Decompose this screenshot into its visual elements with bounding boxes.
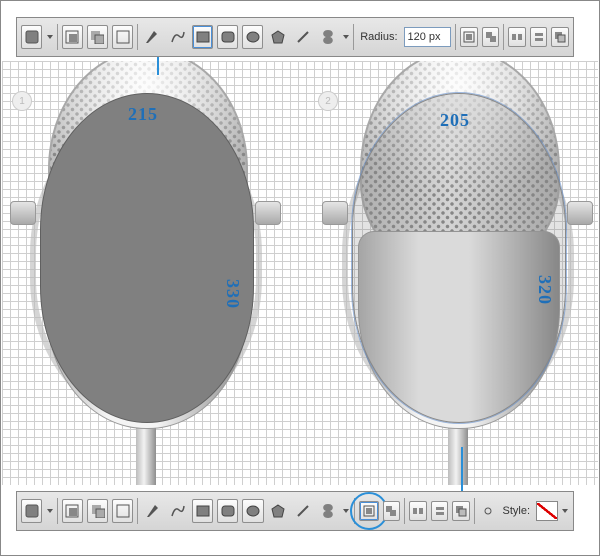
dropdown-icon[interactable] [46, 35, 53, 39]
options-bar-top: Radius: 120 px [16, 17, 574, 57]
path-subtract-icon[interactable] [112, 25, 133, 49]
style-label: Style: [503, 505, 531, 517]
knob-left [10, 201, 36, 225]
path-add-icon[interactable] [87, 25, 108, 49]
radius-value: 120 px [408, 31, 441, 43]
dropdown-icon[interactable] [562, 509, 569, 513]
dimension-height: 320 [536, 275, 554, 305]
no-style-swatch[interactable] [536, 501, 558, 521]
rectangle-tool-icon[interactable] [192, 25, 213, 49]
align-icon[interactable] [359, 501, 379, 521]
align-icon[interactable] [383, 501, 401, 521]
radius-label: Radius: [360, 31, 397, 43]
rounded-rectangle-tool-icon[interactable] [217, 25, 238, 49]
pen-tool-icon[interactable] [142, 25, 163, 49]
line-tool-icon[interactable] [293, 499, 314, 523]
fill-swatch[interactable] [21, 25, 42, 49]
polygon-tool-icon[interactable] [267, 25, 288, 49]
pen-tool-icon[interactable] [142, 499, 163, 523]
dropdown-icon[interactable] [46, 509, 53, 513]
dimension-width: 205 [440, 111, 470, 129]
path-new-icon[interactable] [62, 499, 83, 523]
radius-input[interactable]: 120 px [404, 27, 452, 47]
rectangle-tool-icon[interactable] [192, 499, 213, 523]
rounded-rectangle-tool-icon[interactable] [217, 499, 238, 523]
link-icon[interactable] [479, 501, 497, 521]
ellipse-tool-icon[interactable] [242, 25, 263, 49]
polygon-tool-icon[interactable] [268, 499, 289, 523]
rounded-rect-shape[interactable] [352, 93, 566, 423]
custom-shape-tool-icon[interactable] [318, 499, 339, 523]
microphone-right: 205 320 [320, 61, 595, 479]
knob-right [567, 201, 593, 225]
arrange-icon[interactable] [551, 27, 569, 47]
align-icon[interactable] [460, 27, 478, 47]
distribute-icon[interactable] [508, 27, 526, 47]
path-add-icon[interactable] [87, 499, 108, 523]
dropdown-icon[interactable] [342, 35, 349, 39]
distribute-icon[interactable] [431, 501, 449, 521]
freeform-pen-icon[interactable] [167, 25, 188, 49]
dimension-width: 215 [128, 105, 158, 123]
fill-swatch[interactable] [21, 499, 42, 523]
knob-right [255, 201, 281, 225]
dropdown-icon[interactable] [343, 509, 350, 513]
align-icon[interactable] [482, 27, 500, 47]
line-tool-icon[interactable] [292, 25, 313, 49]
arrange-icon[interactable] [452, 501, 470, 521]
ellipse-tool-icon[interactable] [242, 499, 263, 523]
path-new-icon[interactable] [62, 25, 83, 49]
canvas-grid: 1 2 215 330 205 320 [2, 61, 598, 485]
distribute-icon[interactable] [530, 27, 548, 47]
path-subtract-icon[interactable] [112, 499, 133, 523]
distribute-icon[interactable] [409, 501, 427, 521]
rounded-rect-shape[interactable] [40, 93, 254, 423]
options-bar-bottom: Style: [16, 491, 574, 531]
freeform-pen-icon[interactable] [167, 499, 188, 523]
microphone-left: 215 330 [8, 61, 283, 479]
custom-shape-tool-icon[interactable] [317, 25, 338, 49]
callout-line [461, 447, 463, 497]
knob-left [322, 201, 348, 225]
dimension-height: 330 [224, 279, 242, 309]
